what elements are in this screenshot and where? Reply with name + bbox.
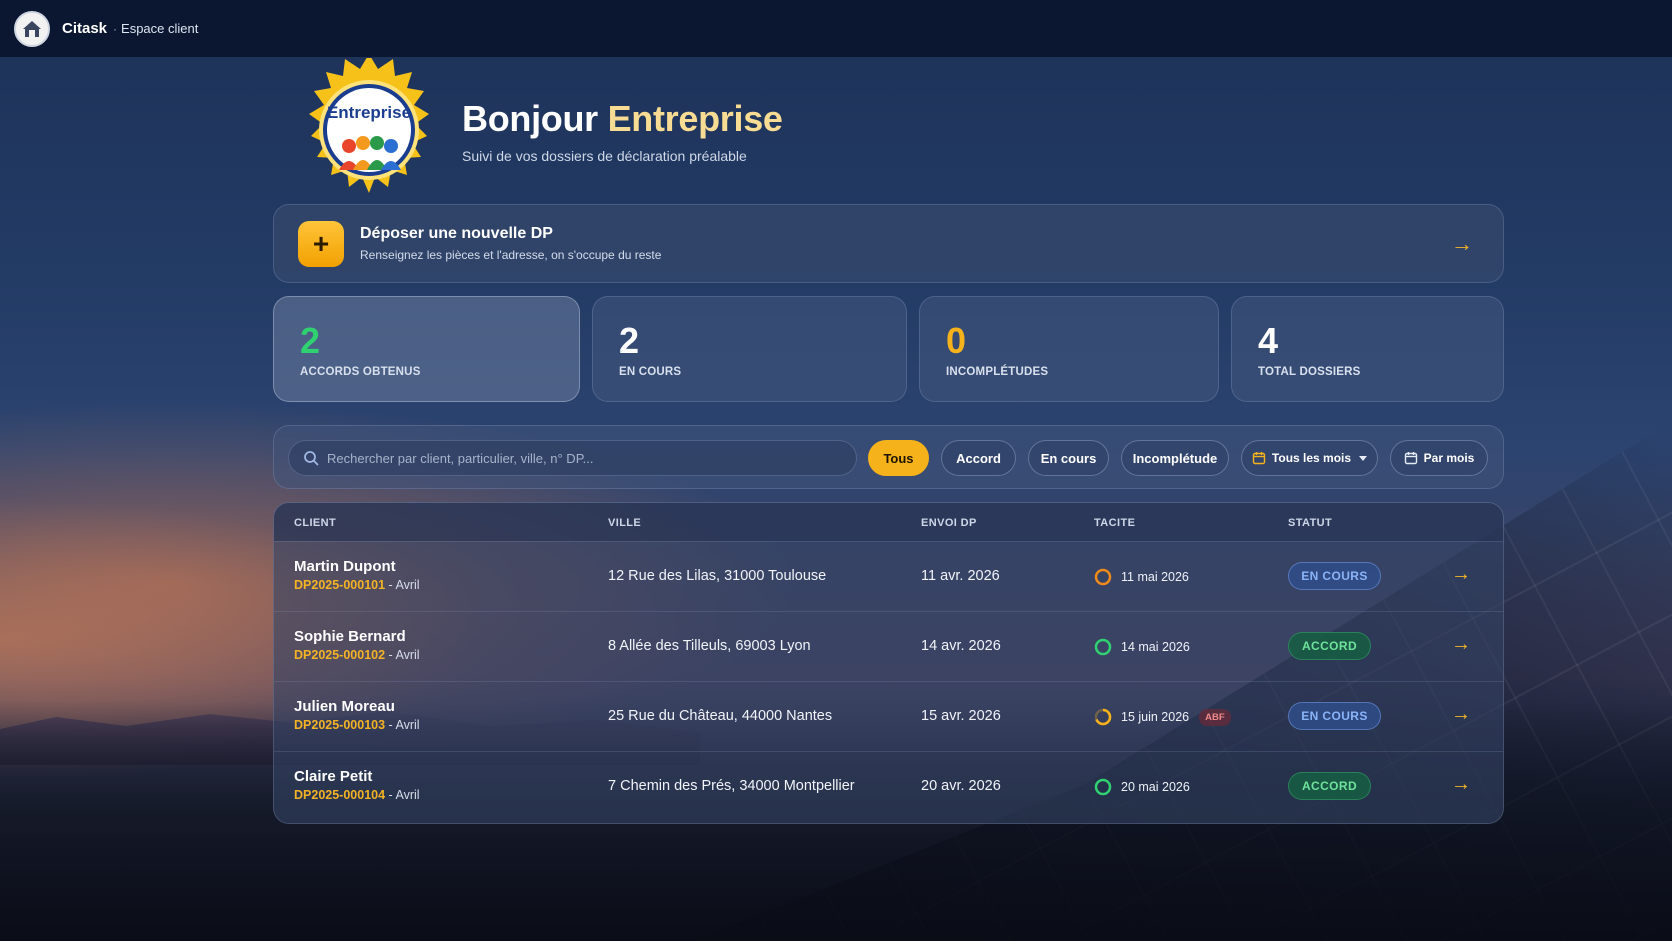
group-by-month-label: Par mois: [1423, 451, 1475, 465]
stat-label: EN COURS: [619, 366, 682, 378]
brand-separator: ·: [113, 21, 118, 36]
new-dp-card[interactable]: + Déposer une nouvelle DP Renseignez les…: [273, 204, 1504, 283]
page-title: Bonjour Entreprise: [462, 98, 783, 140]
sun-logo-icon: Entreprise: [309, 54, 429, 193]
table-row[interactable]: Claire Petit DP2025-000104 - Avril 7 Che…: [274, 751, 1503, 821]
month-select[interactable]: Tous les mois: [1241, 440, 1378, 476]
chevron-down-icon: [1359, 455, 1368, 461]
badge-text: Entreprise: [327, 103, 411, 122]
search-input[interactable]: [327, 450, 847, 466]
filter-chip-en-cours[interactable]: En cours: [1028, 440, 1109, 476]
table-row[interactable]: Sophie Bernard DP2025-000102 - Avril 8 A…: [274, 611, 1503, 681]
status-badge: EN COURS: [1288, 702, 1381, 730]
filter-chip-incompletude[interactable]: Incomplétude: [1121, 440, 1229, 476]
status-badge: EN COURS: [1288, 562, 1381, 590]
status-badge: ACCORD: [1288, 632, 1371, 660]
arrow-right-icon[interactable]: →: [1451, 563, 1471, 586]
stat-total[interactable]: 4 TOTAL DOSSIERS: [1231, 296, 1504, 402]
arrow-right-icon: →: [1451, 231, 1473, 256]
page-subtitle: Suivi de vos dossiers de déclaration pré…: [462, 148, 747, 164]
column-header-client[interactable]: CLIENT: [294, 517, 336, 529]
column-header-ville[interactable]: VILLE: [608, 517, 641, 529]
tacite-date-label: 15 juin 2026: [1121, 710, 1190, 724]
abf-badge: ABF: [1199, 708, 1231, 726]
arrow-right-icon[interactable]: →: [1451, 773, 1471, 796]
filter-chip-accord[interactable]: Accord: [941, 440, 1016, 476]
dp-reference[interactable]: DP2025-000102: [294, 648, 385, 662]
month-select-label: Tous les mois: [1271, 451, 1352, 465]
dp-month: Avril: [395, 648, 420, 662]
progress-ring-icon: [1094, 568, 1112, 586]
dp-reference[interactable]: DP2025-000101: [294, 578, 385, 592]
stat-accords[interactable]: 2 ACCORDS OBTENUS: [273, 296, 580, 402]
tacite-date: 20 mai 2026: [1094, 778, 1190, 796]
group-by-month-button[interactable]: Par mois: [1390, 440, 1488, 476]
arrow-right-icon[interactable]: →: [1451, 633, 1471, 656]
stat-incompletudes[interactable]: 0 INCOMPLÉTUDES: [919, 296, 1219, 402]
filter-bar: Tous Accord En cours Incomplétude Tous l…: [273, 425, 1504, 489]
stat-label: TOTAL DOSSIERS: [1258, 366, 1361, 378]
search-icon: [304, 451, 319, 466]
dp-month: Avril: [395, 578, 420, 592]
tacite-date-label: 11 mai 2026: [1121, 570, 1189, 584]
new-dp-title: Déposer une nouvelle DP: [360, 225, 553, 242]
column-header-tacite[interactable]: TACITE: [1094, 517, 1135, 529]
arrow-right-icon[interactable]: →: [1451, 703, 1471, 726]
tacite-date: 14 mai 2026: [1094, 638, 1190, 656]
stat-value: 2: [300, 320, 321, 361]
client-name: Claire Petit: [294, 768, 373, 785]
tacite-date: 11 mai 2026: [1094, 568, 1189, 586]
client-address: 7 Chemin des Prés, 34000 Montpellier: [608, 778, 855, 794]
stat-value: 0: [946, 320, 967, 361]
dp-reference[interactable]: DP2025-000104: [294, 788, 385, 802]
dp-month: Avril: [395, 718, 420, 732]
client-address: 25 Rue du Château, 44000 Nantes: [608, 708, 833, 724]
dp-reference[interactable]: DP2025-000103: [294, 718, 385, 732]
stat-value: 4: [1258, 320, 1279, 361]
column-header-envoi[interactable]: ENVOI DP: [921, 517, 977, 529]
plus-icon: +: [298, 220, 344, 267]
house-icon: [23, 20, 41, 37]
tacite-date-label: 20 mai 2026: [1121, 780, 1190, 794]
app-name[interactable]: Citask: [62, 20, 107, 37]
dp-sent-date: 15 avr. 2026: [921, 708, 1001, 724]
client-name: Julien Moreau: [294, 698, 395, 715]
top-bar: Citask · Espace client: [0, 0, 1672, 57]
client-name: Sophie Bernard: [294, 628, 406, 645]
stat-label: INCOMPLÉTUDES: [946, 366, 1049, 378]
filter-chip-tous[interactable]: Tous: [868, 440, 929, 476]
company-name: Entreprise: [607, 98, 783, 139]
progress-ring-icon: [1094, 638, 1112, 656]
tacite-date: 15 juin 2026 ABF: [1094, 708, 1231, 726]
citask-logo[interactable]: [14, 10, 50, 47]
table-row[interactable]: Julien Moreau DP2025-000103 - Avril 25 R…: [274, 681, 1503, 751]
calendar-icon: [1252, 452, 1266, 465]
search-box[interactable]: [288, 440, 857, 476]
progress-ring-icon: [1094, 778, 1112, 796]
table-row[interactable]: Martin Dupont DP2025-000101 - Avril 12 R…: [274, 541, 1503, 611]
dp-sent-date: 11 avr. 2026: [921, 568, 1000, 584]
client-name: Martin Dupont: [294, 558, 396, 575]
dossiers-table: CLIENT VILLE ENVOI DP TACITE STATUT Mart…: [273, 502, 1504, 824]
tacite-date-label: 14 mai 2026: [1121, 640, 1190, 654]
company-badge: Entreprise: [290, 54, 456, 206]
progress-ring-icon: [1094, 708, 1112, 726]
calendar-icon: [1404, 452, 1417, 465]
stat-value: 2: [619, 320, 640, 361]
client-address: 8 Allée des Tilleuls, 69003 Lyon: [608, 638, 811, 654]
stat-en-cours[interactable]: 2 EN COURS: [592, 296, 907, 402]
dp-month: Avril: [395, 788, 420, 802]
client-address: 12 Rue des Lilas, 31000 Toulouse: [608, 568, 827, 584]
greeting: Bonjour: [462, 98, 598, 139]
stat-label: ACCORDS OBTENUS: [300, 366, 421, 378]
dp-sent-date: 14 avr. 2026: [921, 638, 1001, 654]
new-dp-description: Renseignez les pièces et l'adresse, on s…: [360, 248, 662, 262]
status-badge: ACCORD: [1288, 772, 1371, 800]
app-section: Espace client: [121, 21, 199, 36]
column-header-statut[interactable]: STATUT: [1288, 517, 1332, 529]
table-header: CLIENT VILLE ENVOI DP TACITE STATUT: [274, 503, 1503, 541]
dp-sent-date: 20 avr. 2026: [921, 778, 1001, 794]
